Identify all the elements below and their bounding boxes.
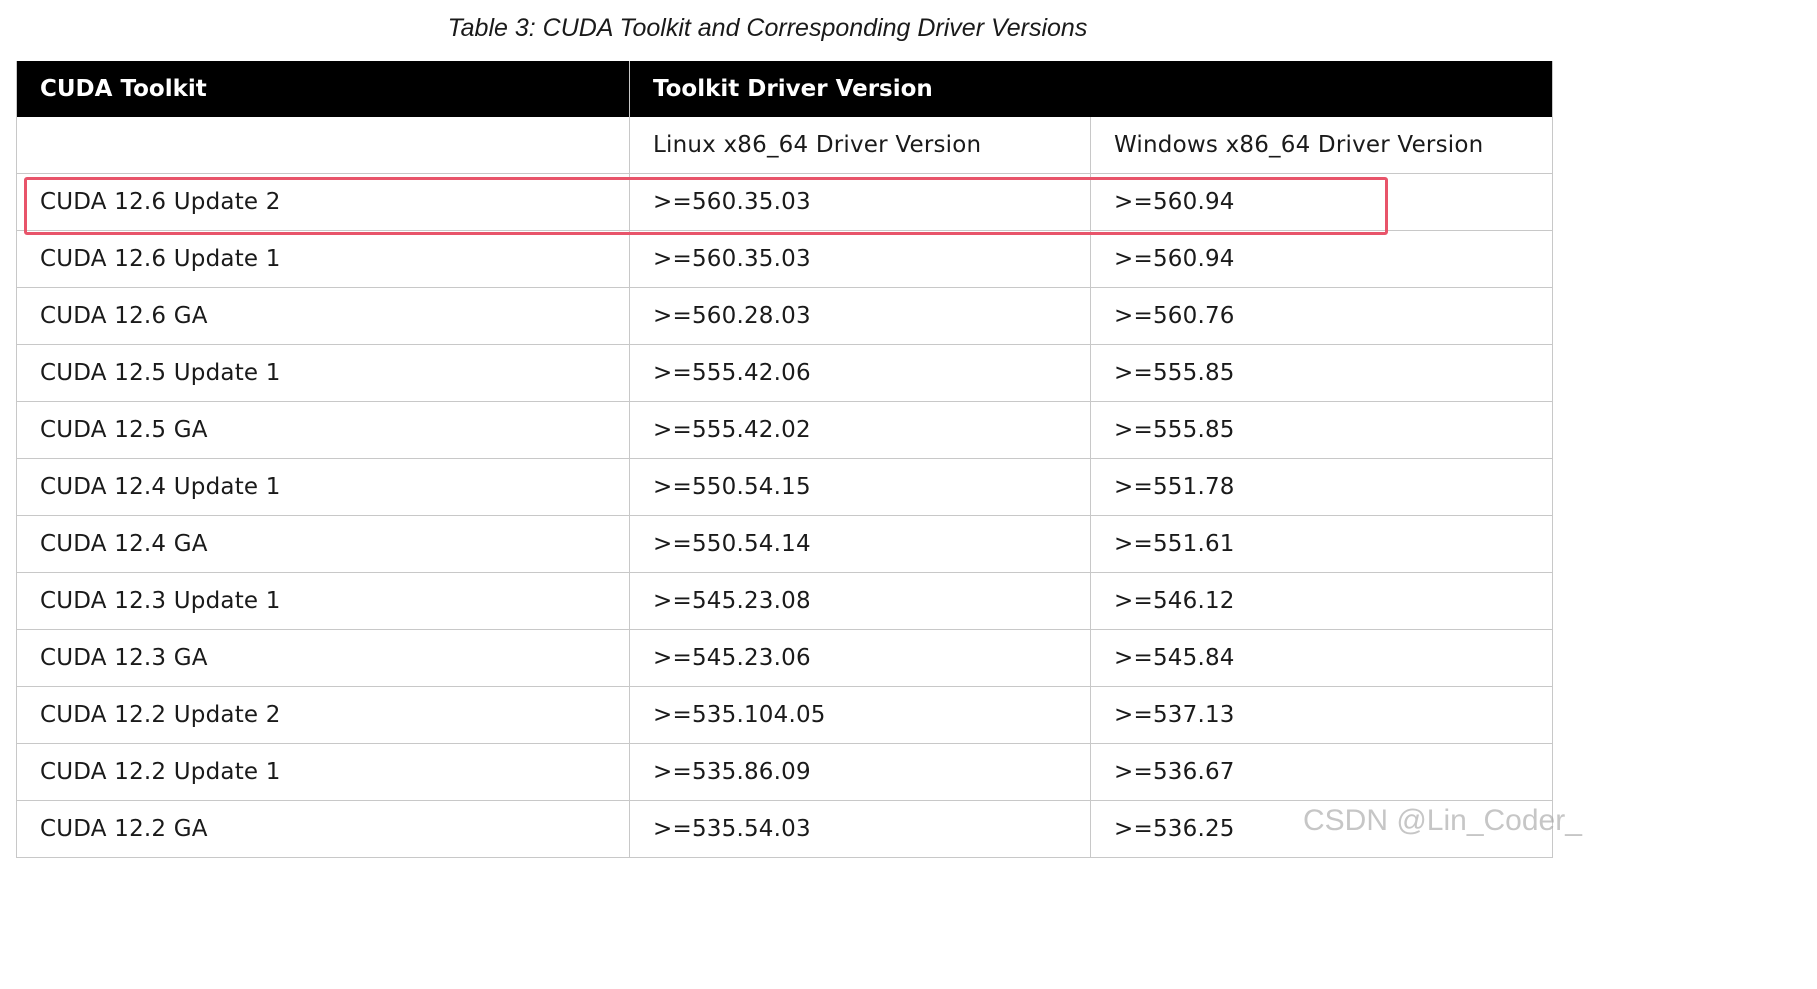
subheader-empty — [16, 117, 630, 174]
table-row: CUDA 12.4 GA >=550.54.14 >=551.61 — [16, 515, 1554, 573]
cell-windows-driver: >=555.85 — [1089, 401, 1554, 459]
table-caption: Table 3: CUDA Toolkit and Corresponding … — [447, 14, 1088, 42]
cell-toolkit: CUDA 12.3 GA — [16, 629, 630, 687]
cell-toolkit: CUDA 12.4 Update 1 — [16, 458, 630, 516]
cell-linux-driver: >=555.42.02 — [629, 401, 1091, 459]
cell-linux-driver: >=535.104.05 — [629, 686, 1091, 744]
cell-toolkit: CUDA 12.5 GA — [16, 401, 630, 459]
cell-toolkit: CUDA 12.2 Update 1 — [16, 743, 630, 801]
cell-toolkit: CUDA 12.2 GA — [16, 800, 630, 858]
cell-windows-driver: >=545.84 — [1089, 629, 1554, 687]
subheader-linux: Linux x86_64 Driver Version — [629, 117, 1091, 174]
header-cuda-toolkit: CUDA Toolkit — [16, 61, 630, 117]
cell-windows-driver: >=546.12 — [1089, 572, 1554, 630]
cell-linux-driver: >=535.54.03 — [629, 800, 1091, 858]
cell-toolkit: CUDA 12.6 Update 1 — [16, 230, 630, 288]
cell-linux-driver: >=550.54.14 — [629, 515, 1091, 573]
cell-windows-driver: >=551.61 — [1089, 515, 1554, 573]
table-row: CUDA 12.2 Update 1 >=535.86.09 >=536.67 — [16, 743, 1554, 801]
cuda-driver-table: CUDA Toolkit Toolkit Driver Version Linu… — [16, 61, 1554, 858]
cell-windows-driver: >=537.13 — [1089, 686, 1554, 744]
cell-linux-driver: >=555.42.06 — [629, 344, 1091, 402]
cell-toolkit: CUDA 12.6 GA — [16, 287, 630, 345]
cell-linux-driver: >=545.23.08 — [629, 572, 1091, 630]
subheader-windows: Windows x86_64 Driver Version — [1089, 117, 1554, 174]
cell-linux-driver: >=560.28.03 — [629, 287, 1091, 345]
table-row: CUDA 12.5 Update 1 >=555.42.06 >=555.85 — [16, 344, 1554, 402]
cell-windows-driver: >=560.94 — [1089, 230, 1554, 288]
table-row: CUDA 12.3 GA >=545.23.06 >=545.84 — [16, 629, 1554, 687]
cell-linux-driver: >=560.35.03 — [629, 173, 1091, 231]
cell-toolkit: CUDA 12.5 Update 1 — [16, 344, 630, 402]
watermark: CSDN @Lin_Coder_ — [1303, 804, 1582, 837]
cell-toolkit: CUDA 12.6 Update 2 — [16, 173, 630, 231]
cell-linux-driver: >=535.86.09 — [629, 743, 1091, 801]
cell-toolkit: CUDA 12.4 GA — [16, 515, 630, 573]
subheader-row: Linux x86_64 Driver Version Windows x86_… — [16, 117, 1554, 174]
table-row: CUDA 12.4 Update 1 >=550.54.15 >=551.78 — [16, 458, 1554, 516]
cell-windows-driver: >=551.78 — [1089, 458, 1554, 516]
cell-windows-driver: >=560.94 — [1089, 173, 1554, 231]
cell-linux-driver: >=560.35.03 — [629, 230, 1091, 288]
table-row: CUDA 12.6 Update 1 >=560.35.03 >=560.94 — [16, 230, 1554, 288]
cell-linux-driver: >=545.23.06 — [629, 629, 1091, 687]
table-row: CUDA 12.3 Update 1 >=545.23.08 >=546.12 — [16, 572, 1554, 630]
cell-linux-driver: >=550.54.15 — [629, 458, 1091, 516]
cell-toolkit: CUDA 12.2 Update 2 — [16, 686, 630, 744]
header-row: CUDA Toolkit Toolkit Driver Version — [16, 61, 1554, 117]
cell-windows-driver: >=536.67 — [1089, 743, 1554, 801]
table-row: CUDA 12.2 Update 2 >=535.104.05 >=537.13 — [16, 686, 1554, 744]
header-toolkit-driver-version: Toolkit Driver Version — [628, 61, 1554, 117]
table-row: CUDA 12.6 GA >=560.28.03 >=560.76 — [16, 287, 1554, 345]
table-row: CUDA 12.6 Update 2 >=560.35.03 >=560.94 — [16, 173, 1554, 231]
cell-windows-driver: >=560.76 — [1089, 287, 1554, 345]
cell-toolkit: CUDA 12.3 Update 1 — [16, 572, 630, 630]
table-row: CUDA 12.5 GA >=555.42.02 >=555.85 — [16, 401, 1554, 459]
cell-windows-driver: >=555.85 — [1089, 344, 1554, 402]
